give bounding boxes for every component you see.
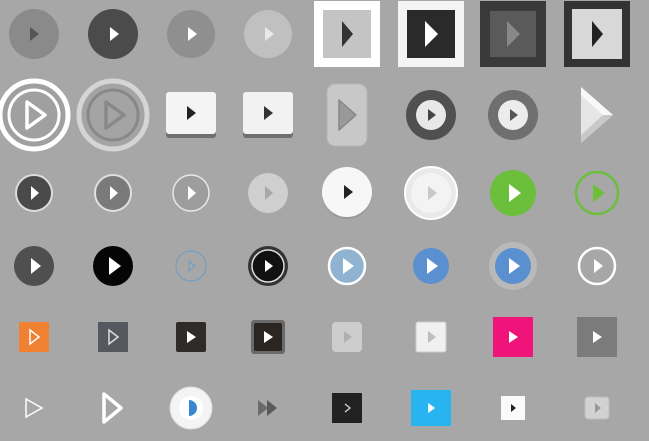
play-key-white-wide-icon[interactable] bbox=[228, 74, 308, 156]
play-key-white-icon[interactable] bbox=[151, 74, 231, 156]
play-triangle-outline-thin-icon[interactable] bbox=[0, 380, 74, 436]
play-square-orange-icon[interactable] bbox=[0, 306, 74, 368]
play-square-dark-beveled-icon[interactable] bbox=[473, 0, 553, 68]
play-circle-grey-icon[interactable] bbox=[0, 0, 74, 68]
play-square-white-small-icon[interactable] bbox=[473, 380, 553, 436]
play-square-grey-icon[interactable] bbox=[557, 306, 637, 368]
play-circle-green-outline-icon[interactable] bbox=[557, 162, 637, 224]
play-circle-green-filled-icon[interactable] bbox=[473, 162, 553, 224]
play-square-silver-icon[interactable] bbox=[557, 380, 637, 436]
play-circle-white-shadow-icon[interactable] bbox=[307, 162, 387, 224]
play-circle-dark-icon[interactable] bbox=[73, 0, 153, 68]
play-square-dark-brown-icon[interactable] bbox=[151, 306, 231, 368]
play-triangle-outline-bold-icon[interactable] bbox=[73, 380, 153, 436]
play-circle-dark-small-icon[interactable] bbox=[0, 162, 74, 224]
play-arrow-3d-icon[interactable] bbox=[557, 74, 637, 156]
play-circle-white-glossy-icon[interactable] bbox=[391, 162, 471, 224]
play-circle-light-faded-icon[interactable] bbox=[228, 0, 308, 68]
play-circle-blue-glow-icon[interactable] bbox=[473, 236, 553, 296]
play-square-cyan-icon[interactable] bbox=[391, 380, 471, 436]
play-circle-large-grey-ring-icon[interactable] bbox=[73, 74, 153, 156]
play-circle-mid-grey-icon[interactable] bbox=[151, 0, 231, 68]
play-square-black-chevron-icon[interactable] bbox=[307, 380, 387, 436]
play-circle-blue-icon[interactable] bbox=[391, 236, 471, 296]
play-circle-white-outline-icon[interactable] bbox=[557, 236, 637, 296]
play-circle-black-ring-icon[interactable] bbox=[228, 236, 308, 296]
play-circle-steel-blue-icon[interactable] bbox=[307, 236, 387, 296]
play-square-magenta-icon[interactable] bbox=[473, 306, 553, 368]
play-ring-grey-icon[interactable] bbox=[473, 74, 553, 156]
play-button-collection: { "background": "#a7a7a7", "icons": [ ["… bbox=[0, 0, 649, 441]
play-circle-dark-grey-icon[interactable] bbox=[0, 236, 74, 296]
play-square-light-framed-dark-icon[interactable] bbox=[557, 0, 637, 68]
play-circle-faded-icon[interactable] bbox=[228, 162, 308, 224]
play-pill-vertical-icon[interactable] bbox=[307, 74, 387, 156]
play-square-light-faded-icon[interactable] bbox=[307, 306, 387, 368]
play-square-white-light-icon[interactable] bbox=[391, 306, 471, 368]
play-square-framed-white-icon[interactable] bbox=[307, 0, 387, 68]
play-circle-large-white-ring-icon[interactable] bbox=[0, 74, 74, 156]
play-circle-thin-blue-outline-icon[interactable] bbox=[151, 236, 231, 296]
play-circle-light-outline-icon[interactable] bbox=[151, 162, 231, 224]
play-square-slate-outline-icon[interactable] bbox=[73, 306, 153, 368]
play-circle-white-blue-icon[interactable] bbox=[151, 380, 231, 436]
play-ring-dark-icon[interactable] bbox=[391, 74, 471, 156]
play-square-dark-beveled-small-icon[interactable] bbox=[228, 306, 308, 368]
play-square-dark-framed-white-icon[interactable] bbox=[391, 0, 471, 68]
play-circle-black-icon[interactable] bbox=[73, 236, 153, 296]
play-circle-grey-outline-icon[interactable] bbox=[73, 162, 153, 224]
play-fast-forward-icon[interactable] bbox=[228, 380, 308, 436]
